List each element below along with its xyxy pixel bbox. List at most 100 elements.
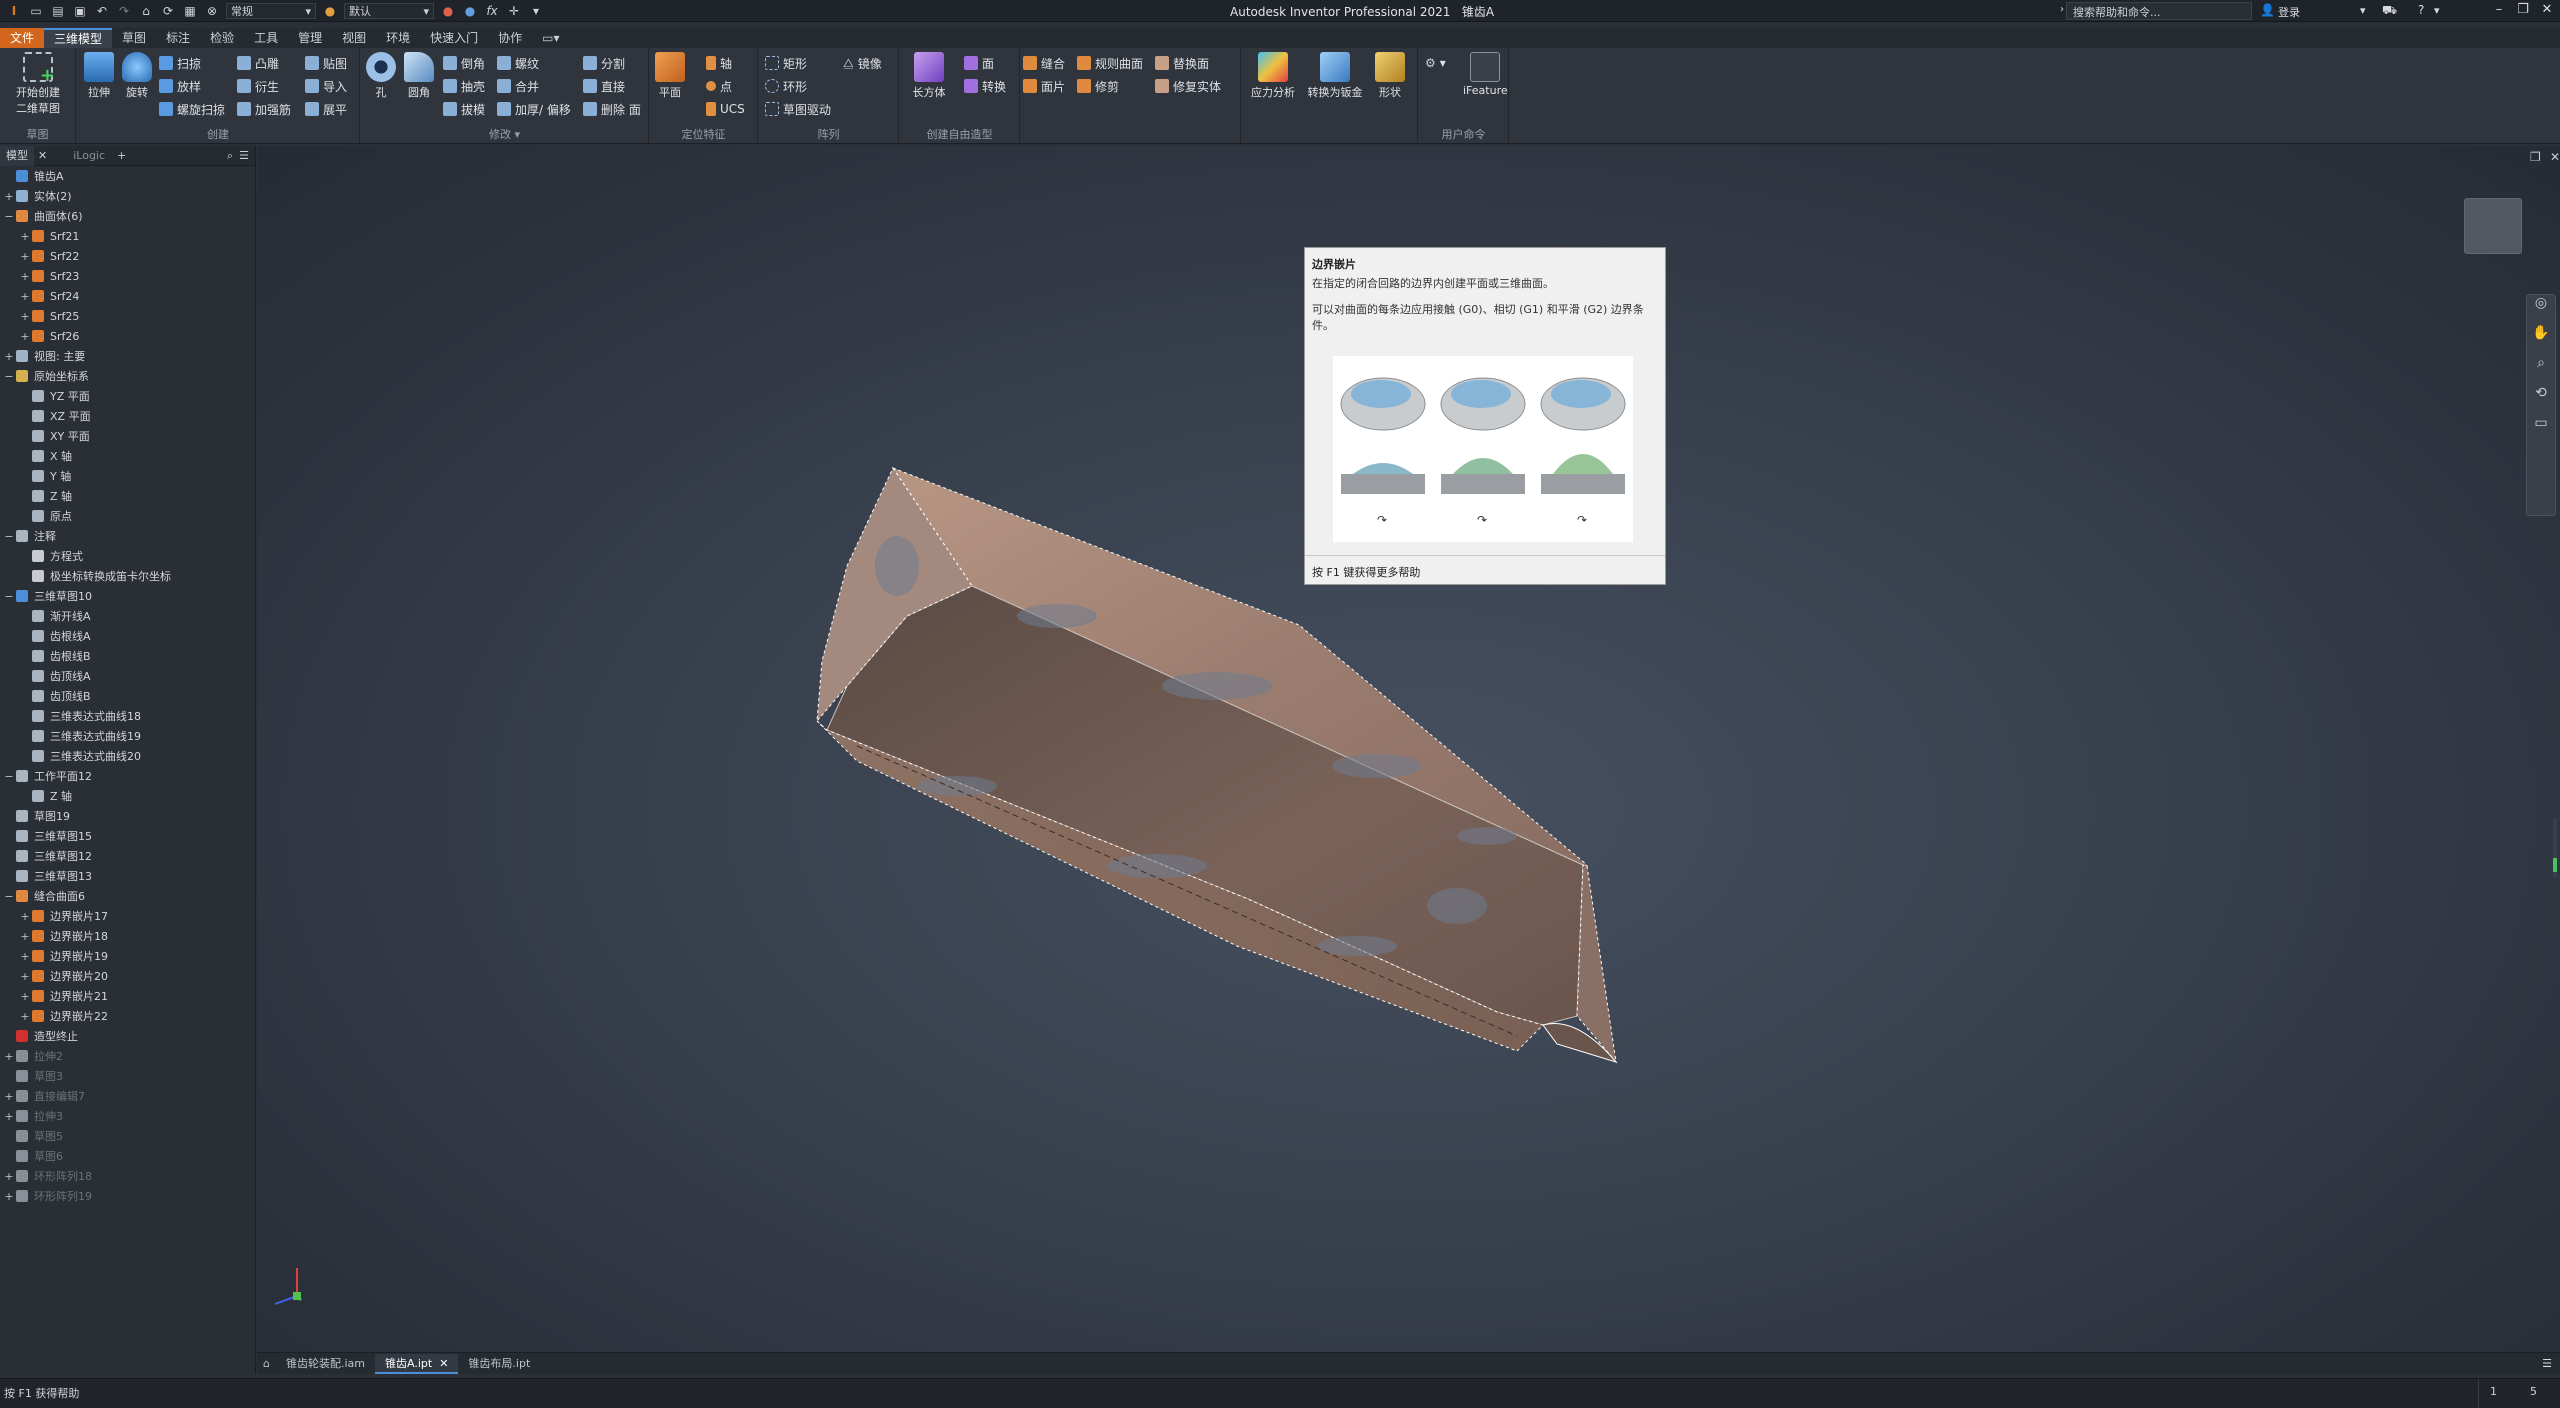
expand-icon[interactable]: + [20, 950, 30, 963]
tab-collaborate[interactable]: 协作 [488, 28, 532, 48]
doc-tab-assembly[interactable]: 锥齿轮装配.iam [276, 1354, 375, 1374]
tree-node[interactable]: + 边界嵌片19 [0, 946, 255, 966]
tree-node[interactable]: − 原始坐标系 [0, 366, 255, 386]
undo-icon[interactable]: ↶ [94, 3, 110, 19]
expand-icon[interactable]: + [20, 270, 30, 283]
tree-node[interactable]: 锥齿A [0, 166, 255, 186]
cart-icon[interactable]: ⛟ [2382, 3, 2397, 19]
tab-environments[interactable]: 环境 [376, 28, 420, 48]
coil-button[interactable]: 螺旋扫掠 [159, 99, 225, 119]
tree-node[interactable]: 三维表达式曲线20 [0, 746, 255, 766]
tab-tools[interactable]: 工具 [244, 28, 288, 48]
plane-button[interactable]: 平面 [652, 52, 688, 100]
open-file-icon[interactable]: ▤ [50, 3, 66, 19]
help-icon[interactable]: ? [2418, 3, 2424, 17]
tree-node[interactable]: 齿顶线A [0, 666, 255, 686]
look-at-icon[interactable]: ▭ [2527, 415, 2555, 445]
tree-node[interactable]: − 三维草图10 [0, 586, 255, 606]
tree-node[interactable]: − 注释 [0, 526, 255, 546]
axis-button[interactable]: 轴 [706, 53, 732, 73]
add-icon[interactable]: ✛ [506, 3, 522, 19]
user-icon[interactable]: 👤 [2260, 3, 2275, 17]
expand-icon[interactable]: + [20, 330, 30, 343]
tree-node[interactable]: + Srf22 [0, 246, 255, 266]
collapse-icon[interactable]: − [4, 590, 14, 603]
tree-node[interactable]: 三维草图12 [0, 846, 255, 866]
point-button[interactable]: 点 [706, 76, 732, 96]
repair-bodies-button[interactable]: 修复实体 [1155, 76, 1221, 96]
expand-icon[interactable]: + [4, 1190, 14, 1203]
tree-node[interactable]: + 环形阵列19 [0, 1186, 255, 1206]
expand-icon[interactable]: + [4, 190, 14, 203]
view-slider[interactable] [2553, 818, 2557, 878]
collapse-icon[interactable]: − [4, 210, 14, 223]
mirror-button[interactable]: ⧋ 镜像 [843, 53, 882, 73]
emboss-button[interactable]: 凸雕 [237, 53, 279, 73]
tree-node[interactable]: 方程式 [0, 546, 255, 566]
hole-button[interactable]: 孔 [363, 52, 399, 100]
tab-annotate[interactable]: 标注 [156, 28, 200, 48]
pan-icon[interactable]: ✋ [2527, 325, 2555, 355]
home-icon[interactable]: ⌂ [138, 3, 154, 19]
expand-icon[interactable]: + [20, 310, 30, 323]
tab-menu-icon[interactable]: ☰ [2542, 1357, 2560, 1370]
doc-tab-layout[interactable]: 锥齿布局.ipt [458, 1354, 540, 1374]
ifeature-button[interactable]: iFeature [1463, 52, 1508, 97]
tab-manage[interactable]: 管理 [288, 28, 332, 48]
tree-node[interactable]: + 视图: 主要 [0, 346, 255, 366]
tree-node[interactable]: + 边界嵌片21 [0, 986, 255, 1006]
panel-modify-label[interactable]: 修改 ▾ [361, 126, 648, 142]
expand-icon[interactable]: + [4, 1110, 14, 1123]
shell-button[interactable]: 抽壳 [443, 76, 485, 96]
direct-edit-button[interactable]: 直接 [583, 76, 625, 96]
tree-node[interactable]: + Srf25 [0, 306, 255, 326]
save-icon[interactable]: ▣ [72, 3, 88, 19]
expand-icon[interactable]: + [20, 930, 30, 943]
fillet-button[interactable]: 圆角 [401, 52, 437, 100]
combine-button[interactable]: 合并 [497, 76, 539, 96]
new-file-icon[interactable]: ▭ [28, 3, 44, 19]
help-dropdown-icon[interactable]: ▾ [2434, 4, 2440, 17]
expand-icon[interactable]: + [20, 290, 30, 303]
derive-button[interactable]: 衍生 [237, 76, 279, 96]
expand-icon[interactable]: + [4, 1170, 14, 1183]
expand-icon[interactable]: + [20, 970, 30, 983]
menu-icon[interactable]: ☰ [239, 149, 249, 162]
convert-sheet-metal-button[interactable]: 转换为钣金 [1304, 52, 1366, 100]
close-icon[interactable]: ✕ [2536, 2, 2558, 20]
add-tab-icon[interactable]: + [111, 149, 132, 162]
search-expand-icon[interactable]: › [2060, 4, 2064, 15]
replace-face-button[interactable]: 替换面 [1155, 53, 1209, 73]
tree-node[interactable]: + Srf24 [0, 286, 255, 306]
user-command-dropdown[interactable]: ⚙ ▾ [1425, 53, 1446, 73]
tree-node[interactable]: 草图19 [0, 806, 255, 826]
expand-icon[interactable]: + [20, 990, 30, 1003]
tree-node[interactable]: 三维草图15 [0, 826, 255, 846]
close-icon[interactable]: ✕ [34, 149, 51, 162]
revolve-button[interactable]: 旋转 [119, 52, 155, 100]
help-search-input[interactable]: 搜索帮助和命令... [2066, 2, 2252, 20]
search-icon[interactable]: ⌕ [227, 149, 233, 163]
tree-node[interactable]: + 拉伸3 [0, 1106, 255, 1126]
restore-icon[interactable]: ❐ [2512, 2, 2534, 20]
convert-button[interactable]: 转换 [964, 76, 1006, 96]
tree-node[interactable]: + 边界嵌片20 [0, 966, 255, 986]
close-icon[interactable]: ✕ [2550, 150, 2560, 164]
maximize-icon[interactable]: ❐ [2530, 150, 2541, 164]
expand-icon[interactable]: + [4, 1050, 14, 1063]
view-slider-thumb[interactable] [2553, 858, 2557, 872]
extrude-button[interactable]: 拉伸 [81, 52, 117, 100]
orbit-icon[interactable]: ⟲ [2527, 385, 2555, 415]
patch-button[interactable]: 面片 [1023, 76, 1065, 96]
tree-node[interactable]: + 实体(2) [0, 186, 255, 206]
freeform-face-button[interactable]: 面 [964, 53, 994, 73]
tree-node[interactable]: Z 轴 [0, 486, 255, 506]
tree-node[interactable]: 草图5 [0, 1126, 255, 1146]
graphics-viewport[interactable]: 边界嵌片 在指定的闭合回路的边界内创建平面或三维曲面。 可以对曲面的每条边应用接… [257, 146, 2560, 1352]
rib-button[interactable]: 加强筋 [237, 99, 291, 119]
adjust-icon[interactable]: ● [440, 3, 456, 19]
tree-node[interactable]: 齿根线B [0, 646, 255, 666]
tree-node[interactable]: 原点 [0, 506, 255, 526]
minimize-icon[interactable]: – [2488, 2, 2510, 20]
viewcube[interactable] [2464, 198, 2522, 254]
